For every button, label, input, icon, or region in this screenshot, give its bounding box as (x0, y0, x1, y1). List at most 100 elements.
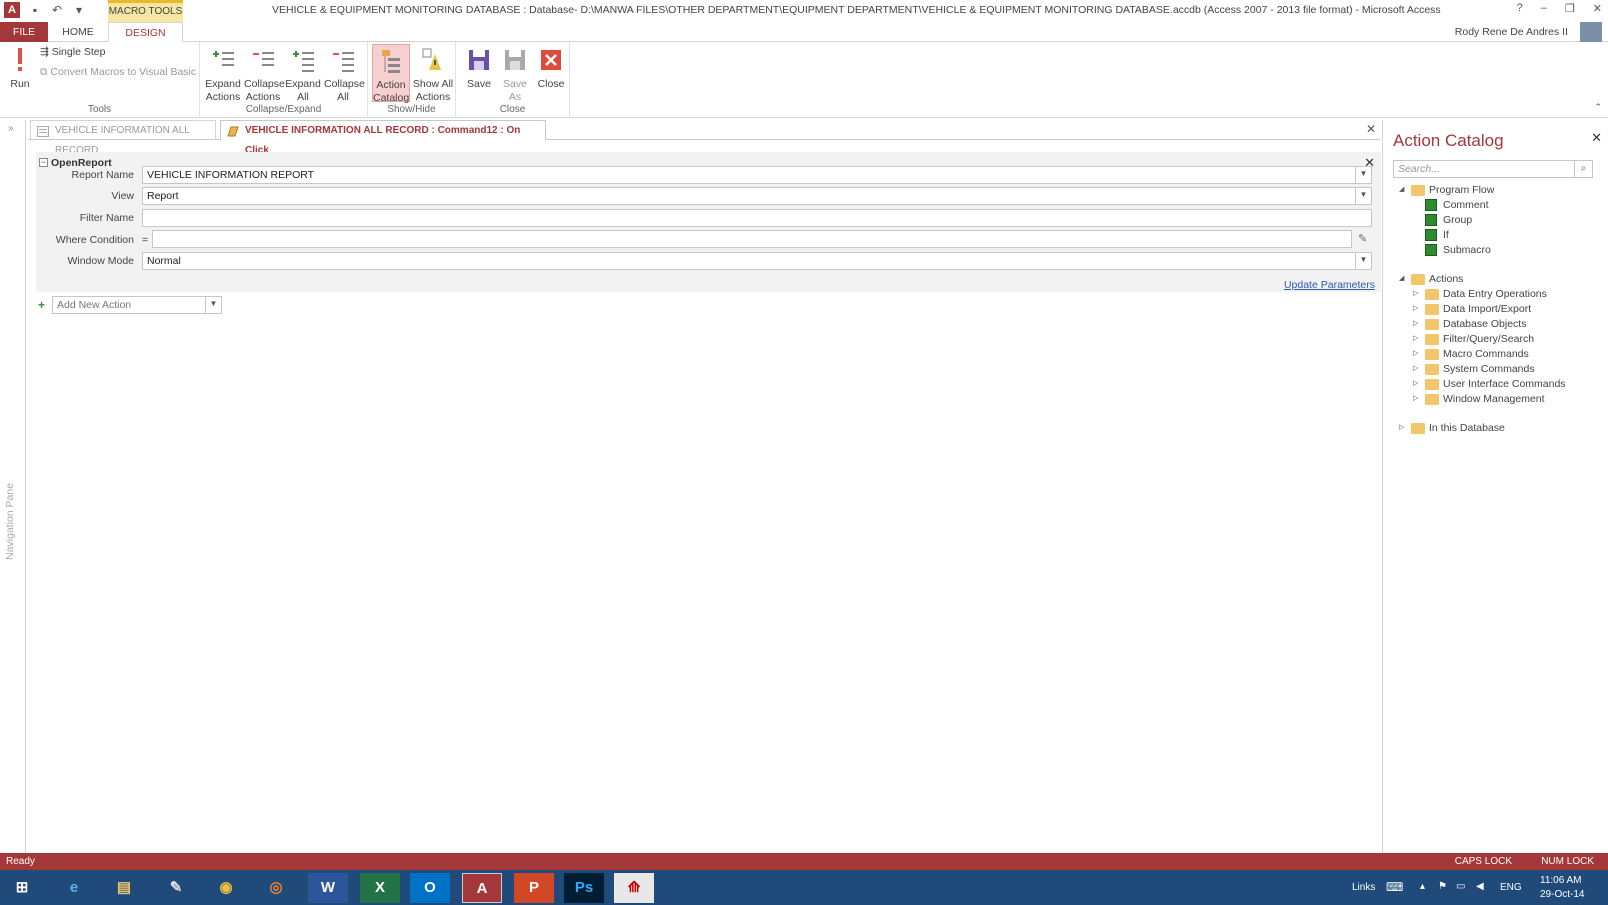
view-label: View (111, 190, 134, 202)
collapsed-triangle-icon[interactable]: ▷ (1413, 302, 1423, 316)
expand-actions-button[interactable]: Expand Actions (204, 44, 242, 104)
save-button[interactable]: Save (460, 44, 498, 91)
show-hidden-icons-icon[interactable]: ▴ (1420, 881, 1425, 892)
close-label: Close (537, 78, 565, 90)
macro-block-icon (1425, 229, 1437, 241)
collapse-all-icon (330, 46, 356, 74)
search-icon[interactable]: ⌕ (1575, 160, 1593, 178)
tree-item-label: Filter/Query/Search (1443, 333, 1535, 345)
collapsed-triangle-icon[interactable]: ▷ (1399, 421, 1409, 435)
photoshop-icon[interactable]: Ps (564, 873, 604, 903)
macro-tools-context-label: MACRO TOOLS (108, 0, 183, 22)
network-icon[interactable]: ▭ (1456, 881, 1465, 892)
expand-all-icon (290, 46, 316, 74)
acrobat-icon[interactable]: ⟰ (614, 873, 654, 903)
filter-name-input[interactable] (142, 209, 1372, 227)
collapse-actions-button[interactable]: Collapse Actions (244, 44, 285, 104)
collapse-all-button[interactable]: Collapse All (324, 44, 365, 104)
catalog-search-input[interactable]: Search... (1393, 160, 1575, 178)
macro-action-block[interactable]: − OpenReport ✕ Report Name VEHICLE INFOR… (36, 152, 1381, 292)
collapsed-triangle-icon[interactable]: ▷ (1413, 332, 1423, 346)
collapse-actions-label-2: Actions (245, 91, 281, 103)
nav-expand-icon[interactable]: » (8, 123, 14, 134)
start-windows-icon[interactable]: ⊞ (2, 873, 42, 903)
expression-builder-icon[interactable]: ✎ (1358, 232, 1367, 245)
chevron-down-icon[interactable]: ▼ (1355, 253, 1371, 269)
customize-qat-icon[interactable]: ▾ (72, 3, 86, 17)
tab-home[interactable]: HOME (52, 22, 104, 42)
firefox-icon[interactable]: ◎ (256, 873, 296, 903)
collapse-ribbon-icon[interactable]: ⌃ (1594, 102, 1602, 113)
collapse-action-icon[interactable]: − (39, 158, 48, 167)
user-name[interactable]: Rody Rene De Andres II (1455, 26, 1568, 38)
taskbar: ⊞ e ▤ ✎ ◉ ◎ W X O A P Ps ⟰ Links ⌨ ▴ ⚑ ▭… (0, 870, 1608, 905)
restore-button[interactable]: ❐ (1565, 2, 1575, 15)
powerpoint-icon[interactable]: P (514, 873, 554, 903)
internet-explorer-icon[interactable]: e (54, 873, 94, 903)
convert-macros-button[interactable]: ⧉ Convert Macros to Visual Basic (40, 66, 196, 79)
chrome-icon[interactable]: ◉ (206, 873, 246, 903)
collapsed-triangle-icon[interactable]: ▷ (1413, 362, 1423, 376)
tab-file[interactable]: FILE (0, 22, 48, 42)
collapsed-triangle-icon[interactable]: ▷ (1413, 392, 1423, 406)
doc-tab-macro[interactable]: VEHICLE INFORMATION ALL RECORD : Command… (220, 120, 546, 156)
clock-date[interactable]: 29-Oct-14 (1540, 889, 1584, 900)
close-catalog-button[interactable]: ✕ (1591, 130, 1602, 146)
collapsed-triangle-icon[interactable]: ▷ (1413, 287, 1423, 301)
file-explorer-icon[interactable]: ▤ (104, 873, 144, 903)
window-mode-select[interactable]: Normal ▼ (142, 252, 1372, 270)
view-select[interactable]: Report ▼ (142, 187, 1372, 205)
close-window-button[interactable]: ✕ (1593, 2, 1602, 15)
close-macro-button[interactable]: Close (532, 44, 570, 91)
outlook-icon[interactable]: O (410, 873, 450, 903)
collapsed-triangle-icon[interactable]: ▷ (1413, 317, 1423, 331)
avatar[interactable] (1580, 22, 1602, 42)
run-label: Run (10, 78, 30, 90)
access-icon[interactable]: A (462, 873, 502, 903)
macro-icon (227, 125, 239, 137)
folder-icon (1425, 319, 1439, 330)
report-name-select[interactable]: VEHICLE INFORMATION REPORT ▼ (142, 166, 1372, 184)
access-logo-icon[interactable]: A (4, 2, 20, 18)
group-label-close: Close (499, 104, 526, 115)
word-icon[interactable]: W (308, 873, 348, 903)
convert-icon: ⧉ (40, 66, 51, 78)
chevron-down-icon[interactable]: ▼ (1355, 167, 1371, 183)
chevron-down-icon[interactable]: ▼ (205, 297, 221, 313)
expand-all-button[interactable]: Expand All (284, 44, 322, 104)
chevron-down-icon[interactable]: ▼ (1355, 188, 1371, 204)
group-label-tools: Tools (87, 104, 112, 115)
close-document-button[interactable]: ✕ (1366, 122, 1376, 136)
navigation-pane[interactable]: » Navigation Pane (0, 120, 26, 853)
document-tabs: VEHICLE INFORMATION ALL RECORD VEHICLE I… (28, 120, 1380, 156)
minimize-button[interactable]: – (1541, 2, 1547, 15)
save-icon[interactable]: ▪ (28, 3, 42, 17)
volume-icon[interactable]: ◀ (1476, 881, 1484, 892)
catalog-title: Action Catalog (1393, 131, 1504, 150)
action-center-flag-icon[interactable]: ⚑ (1438, 881, 1447, 892)
show-all-actions-button[interactable]: Show All Actions (412, 44, 454, 104)
pen-tool-icon[interactable]: ✎ (156, 873, 196, 903)
clock-time[interactable]: 11:06 AM (1540, 875, 1582, 886)
action-catalog-button[interactable]: Action Catalog (372, 44, 410, 104)
links-toolbar[interactable]: Links (1352, 882, 1375, 893)
where-condition-input[interactable] (152, 230, 1352, 248)
run-button[interactable]: Run (2, 44, 38, 91)
single-step-icon: ⇶ (40, 46, 52, 58)
collapsed-triangle-icon[interactable]: ▷ (1413, 377, 1423, 391)
keyboard-icon[interactable]: ⌨ (1386, 880, 1403, 894)
language-indicator[interactable]: ENG (1500, 882, 1522, 893)
expanded-triangle-icon[interactable]: ◢ (1399, 272, 1409, 286)
excel-icon[interactable]: X (360, 873, 400, 903)
save-as-button[interactable]: Save As (496, 44, 534, 104)
expanded-triangle-icon[interactable]: ◢ (1399, 183, 1409, 197)
add-new-action-placeholder: Add New Action (57, 299, 132, 311)
help-button[interactable]: ? (1517, 2, 1523, 15)
update-parameters-link[interactable]: Update Parameters (1284, 279, 1375, 291)
doc-tab-form[interactable]: VEHICLE INFORMATION ALL RECORD (30, 120, 216, 156)
collapsed-triangle-icon[interactable]: ▷ (1413, 347, 1423, 361)
tab-design[interactable]: DESIGN (108, 22, 183, 43)
undo-icon[interactable]: ↶ (50, 3, 64, 17)
add-new-action-select[interactable]: Add New Action ▼ (52, 296, 222, 314)
single-step-button[interactable]: ⇶ Single Step (40, 46, 105, 58)
